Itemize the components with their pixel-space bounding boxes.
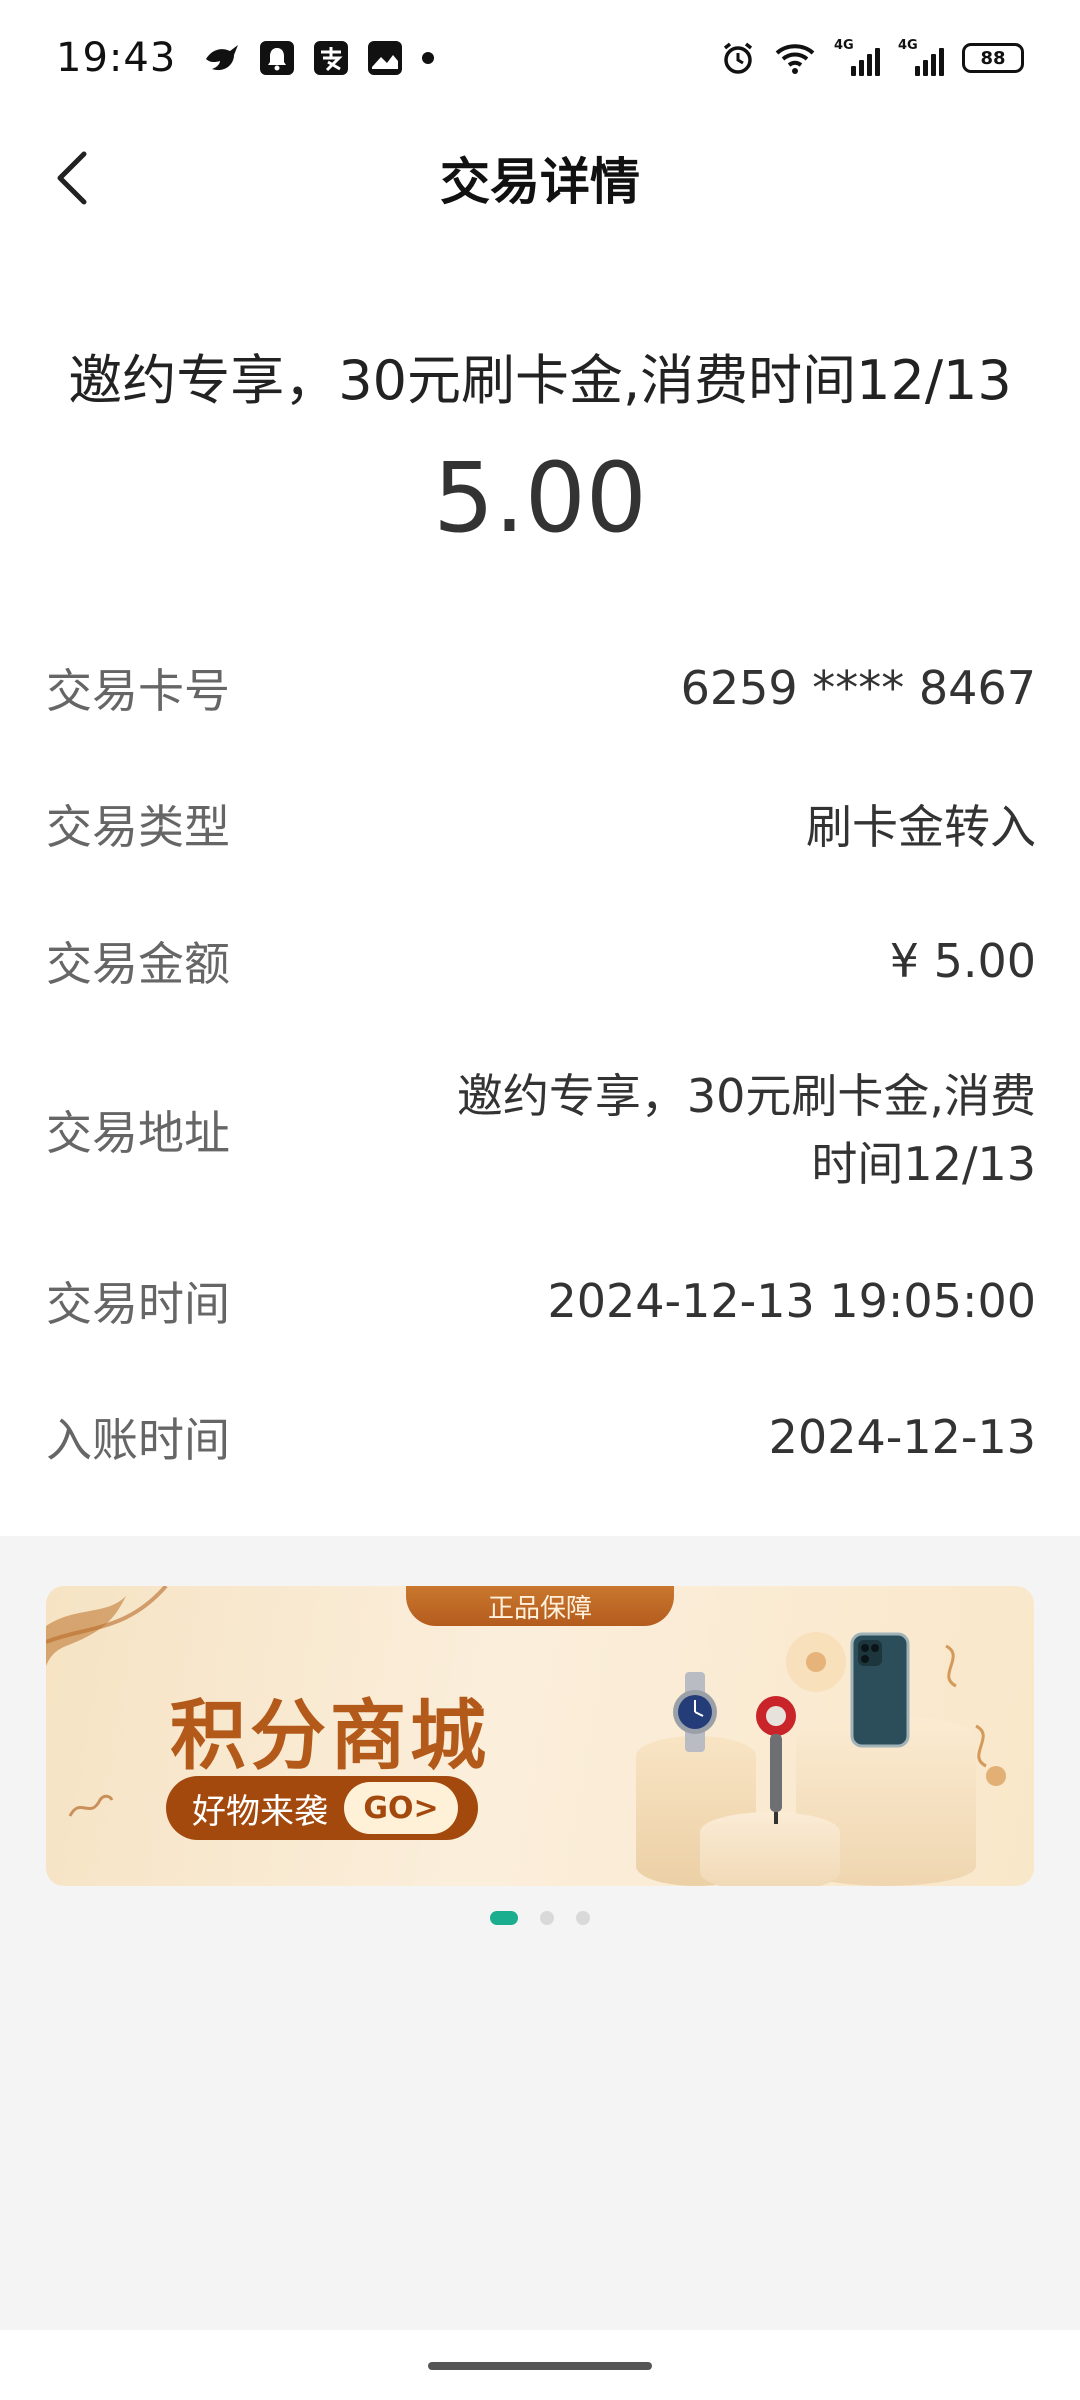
coin-decoration-icon	[786, 1632, 846, 1692]
detail-label: 交易地址	[46, 1106, 230, 1160]
confetti-decoration-icon	[68, 1794, 114, 1817]
carousel-indicator	[0, 1908, 1080, 1928]
carousel-dot[interactable]	[576, 1911, 590, 1925]
more-notifications-dot-icon	[422, 52, 435, 64]
banner-tag: 正品保障	[406, 1586, 674, 1626]
alipay-app-icon	[314, 41, 349, 75]
detail-value: ¥ 5.00	[889, 934, 1036, 988]
transaction-description: 邀约专享，30元刷卡金,消费时间12/13	[68, 349, 1012, 412]
detail-label: 入账时间	[46, 1413, 230, 1467]
ribbon-decoration-icon	[46, 1586, 168, 1666]
bell-app-icon	[260, 41, 295, 75]
detail-value: 2024-12-13 19:05:00	[547, 1274, 1036, 1328]
detail-row-address: 交易地址 邀约专享，30元刷卡金,消费时间12/13	[46, 1062, 1036, 1198]
detail-row-time: 交易时间 2024-12-13 19:05:00	[46, 1268, 1036, 1334]
detail-row-posting-date: 入账时间 2024-12-13	[46, 1404, 1036, 1470]
system-icons: 4G 4G 88	[720, 38, 1024, 76]
transaction-amount: 5.00	[433, 442, 647, 554]
status-time: 19:43	[56, 35, 177, 81]
detail-value: 邀约专享，30元刷卡金,消费时间12/13	[456, 1069, 1036, 1191]
confetti-decoration-icon	[945, 1644, 1006, 1786]
banner-cta[interactable]: 好物来袭 GO>	[166, 1776, 478, 1840]
detail-value: 2024-12-13	[768, 1410, 1036, 1464]
bird-app-icon	[206, 45, 239, 71]
banner-title: 积分商城	[170, 1691, 490, 1780]
system-nav-bar	[0, 2330, 1080, 2400]
detail-label: 交易卡号	[46, 664, 230, 718]
hair-dryer-product-icon	[756, 1696, 796, 1824]
signal-2-icon: 4G	[898, 38, 944, 76]
chevron-left-icon	[57, 151, 87, 205]
detail-value: 刷卡金转入	[806, 800, 1036, 854]
carousel-dot-active[interactable]	[490, 1911, 518, 1925]
banner-cta-text: 好物来袭	[192, 1791, 328, 1832]
alarm-icon	[723, 42, 753, 74]
home-indicator[interactable]	[428, 2362, 652, 2370]
points-mall-banner[interactable]: 正品保障 积分商城 好物来袭 GO>	[46, 1586, 1034, 1886]
detail-label: 交易类型	[46, 800, 230, 854]
status-bar: 19:43 4G 4G 88	[0, 0, 1080, 116]
detail-value: 6259 **** 8467	[680, 661, 1036, 715]
back-button[interactable]	[36, 142, 108, 214]
detail-label: 交易金额	[46, 937, 230, 991]
detail-label: 交易时间	[46, 1277, 230, 1331]
detail-row-amount: 交易金额 ¥ 5.00	[46, 928, 1036, 994]
battery-level: 88	[980, 47, 1006, 69]
detail-row-card-number: 交易卡号 6259 **** 8467	[46, 655, 1036, 721]
signal-1-icon: 4G	[834, 38, 880, 76]
wifi-icon	[775, 44, 815, 74]
notification-icons	[204, 41, 435, 75]
go-button[interactable]: GO>	[344, 1782, 458, 1834]
photo-app-icon	[368, 41, 403, 75]
detail-row-type: 交易类型 刷卡金转入	[46, 791, 1036, 857]
screen: 19:43 4G 4G 88 交易详情 邀约专享，30元刷卡金,消费时间12/1…	[0, 0, 1080, 2400]
carousel-dot[interactable]	[540, 1911, 554, 1925]
watch-product-icon	[673, 1672, 717, 1752]
app-header: 交易详情	[0, 116, 1080, 240]
page-title: 交易详情	[440, 153, 640, 211]
battery-icon: 88	[962, 43, 1024, 73]
